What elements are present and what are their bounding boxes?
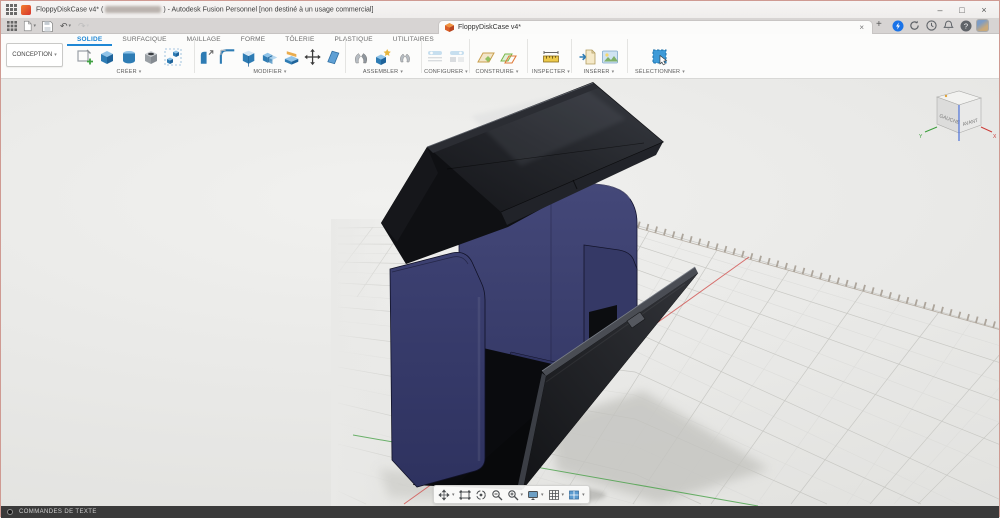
group-label-configurer[interactable]: CONFIGURER (424, 69, 468, 75)
combine-icon[interactable] (260, 47, 279, 67)
viewcube-x-label: X (993, 134, 997, 140)
offset-plane-icon[interactable] (498, 47, 518, 67)
svg-text:?: ? (963, 21, 967, 30)
save-icon[interactable] (41, 20, 54, 32)
redo-icon[interactable]: ↷ ▾ (77, 20, 90, 32)
group-label-creer[interactable]: CRÉER (65, 69, 193, 75)
viewports-tool[interactable]: ▾ (568, 489, 585, 501)
ribbon-toolbar: SOLIDE SURFACIQUE MAILLAGE FORME TÔLERIE… (1, 34, 999, 79)
text-commands-icon[interactable] (7, 509, 13, 515)
viewcube-y-axis (924, 126, 938, 133)
zoom-tool[interactable]: ▾ (507, 489, 523, 501)
tab-tolerie[interactable]: TÔLERIE (275, 34, 324, 46)
workspace-selector-button[interactable]: CONCEPTION (6, 43, 63, 67)
help-icon[interactable]: ? (959, 19, 972, 32)
viewcube-y-label: Y (919, 134, 923, 140)
minimize-button[interactable]: – (929, 1, 951, 18)
group-label-assembler[interactable]: ASSEMBLER (348, 69, 418, 75)
fusion-window: FloppyDiskCase v4* () - Autodesk Fusion … (0, 0, 1000, 518)
group-label-selectionner[interactable]: SÉLECTIONNER (629, 69, 691, 75)
quick-access-toolbar: ▾ ↶ ▾ ↷ ▾ (5, 20, 90, 32)
configure-icon[interactable] (425, 47, 445, 67)
3d-viewport[interactable]: GAUCHE AVANT X Y ▾ ▾ ▾ ▾ ▾ (1, 79, 999, 506)
document-cube-icon (445, 23, 454, 32)
group-creer: CRÉER (65, 46, 193, 78)
group-inspecter: INSPECTER (529, 46, 573, 78)
app-grid-icon[interactable] (6, 4, 17, 15)
joint-origin-icon[interactable] (395, 47, 415, 67)
file-menu-icon[interactable]: ▾ (23, 20, 36, 32)
close-button[interactable]: × (973, 1, 995, 18)
group-modifier: MODIFIER (197, 46, 343, 78)
tab-utilitaires[interactable]: UTILITAIRES (383, 34, 444, 46)
user-avatar[interactable] (976, 19, 989, 32)
tab-forme[interactable]: FORME (231, 34, 275, 46)
align-icon[interactable] (324, 47, 343, 67)
group-selectionner: SÉLECTIONNER (629, 46, 691, 78)
group-label-modifier[interactable]: MODIFIER (197, 69, 343, 75)
look-at-tool[interactable] (491, 489, 503, 501)
undo-icon[interactable]: ↶ ▾ (59, 20, 72, 32)
show-data-panel-icon[interactable] (5, 20, 18, 32)
model-left-wall[interactable] (389, 252, 486, 488)
split-body-icon[interactable] (282, 47, 301, 67)
new-tab-button[interactable]: + (876, 19, 882, 30)
display-settings-tool[interactable]: ▾ (527, 489, 544, 501)
grid-settings-tool[interactable]: ▾ (548, 489, 564, 501)
history-clock-icon[interactable] (925, 19, 938, 32)
press-pull-icon[interactable] (197, 47, 216, 67)
redacted-username (105, 5, 162, 13)
view-navigation-toolbar: ▾ ▾ ▾ ▾ ▾ (433, 485, 590, 504)
window-title: FloppyDiskCase v4* () - Autodesk Fusion … (36, 5, 374, 14)
group-inserer: INSÉRER (573, 46, 625, 78)
joint-icon[interactable] (351, 47, 371, 67)
revolve-icon[interactable] (119, 47, 139, 67)
insert-file-icon[interactable] (578, 47, 598, 67)
new-component-icon[interactable] (373, 47, 393, 67)
sync-icon[interactable] (908, 19, 921, 32)
tab-plastique[interactable]: PLASTIQUE (325, 34, 383, 46)
viewcube-x-axis (980, 126, 993, 133)
fillet-icon[interactable] (218, 47, 237, 67)
group-label-inserer[interactable]: INSÉRER (573, 69, 625, 75)
hole-icon[interactable] (141, 47, 161, 67)
insert-image-icon[interactable] (600, 47, 620, 67)
fit-view-tool[interactable] (459, 489, 471, 501)
text-commands-label[interactable]: COMMANDES DE TEXTE (19, 509, 97, 515)
close-tab-icon[interactable]: × (857, 23, 866, 32)
pan-tool[interactable]: ▾ (438, 488, 455, 501)
title-bar: FloppyDiskCase v4* () - Autodesk Fusion … (1, 1, 999, 18)
configuration-table-icon[interactable] (447, 47, 467, 67)
tab-solide[interactable]: SOLIDE (67, 34, 113, 46)
view-cube[interactable]: GAUCHE AVANT X Y (919, 90, 997, 141)
tab-surfacique[interactable]: SURFACIQUE (112, 34, 176, 46)
status-bar: COMMANDES DE TEXTE (1, 506, 999, 518)
maximize-button[interactable]: □ (951, 1, 973, 18)
group-configurer: CONFIGURER (424, 46, 468, 78)
document-tab[interactable]: FloppyDiskCase v4* × (438, 20, 873, 34)
group-label-construire[interactable]: CONSTRUIRE (471, 69, 523, 75)
document-tab-bar: ▾ ↶ ▾ ↷ ▾ FloppyDiskCase v4* × + ? (1, 18, 999, 34)
group-construire: CONSTRUIRE (471, 46, 523, 78)
move-copy-icon[interactable] (303, 47, 322, 67)
job-status-icon[interactable] (891, 19, 904, 32)
measure-icon[interactable] (541, 47, 561, 67)
shell-icon[interactable] (239, 47, 258, 67)
orbit-tool[interactable] (475, 489, 487, 501)
construction-plane-icon[interactable] (476, 47, 496, 67)
pattern-icon[interactable] (163, 47, 183, 67)
extrude-icon[interactable] (97, 47, 117, 67)
group-label-inspecter[interactable]: INSPECTER (529, 69, 573, 75)
group-assembler: ASSEMBLER (348, 46, 418, 78)
ribbon-tabs: SOLIDE SURFACIQUE MAILLAGE FORME TÔLERIE… (67, 34, 444, 46)
notifications-bell-icon[interactable] (942, 19, 955, 32)
document-tab-label: FloppyDiskCase v4* (458, 24, 522, 31)
create-sketch-icon[interactable] (75, 47, 95, 67)
tab-maillage[interactable]: MAILLAGE (177, 34, 231, 46)
fusion-logo-icon (21, 4, 31, 15)
select-icon[interactable] (650, 47, 670, 67)
